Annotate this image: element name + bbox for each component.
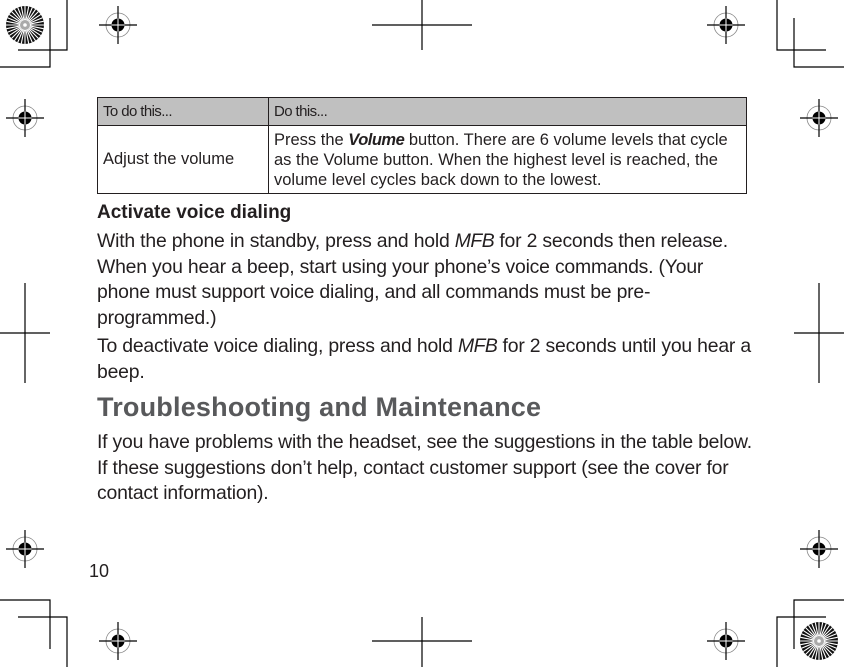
- voice-dialing-paragraph: With the phone in standby, press and hol…: [97, 229, 757, 331]
- registration-mark-icon: [706, 5, 746, 45]
- registration-mark-icon: [5, 98, 45, 138]
- instructions-table: To do this... Do this... Adjust the volu…: [97, 97, 747, 194]
- column-header-action: To do this...: [97, 97, 269, 126]
- deactivate-voice-dialing-paragraph: To deactivate voice dialing, press and h…: [97, 334, 757, 385]
- troubleshooting-paragraph: If you have problems with the headset, s…: [97, 431, 752, 504]
- registration-mark-icon: [98, 621, 138, 661]
- troubleshooting-heading: Troubleshooting and Maintenance: [97, 392, 542, 422]
- registration-mark-icon: [799, 98, 839, 138]
- registration-mark-icon: [5, 529, 45, 569]
- registration-mark-icon: [706, 621, 746, 661]
- registration-mark-icon: [98, 5, 138, 45]
- paragraph-text: To deactivate voice dialing, press and h…: [97, 335, 458, 357]
- star-target-icon: [5, 5, 45, 45]
- column-header-instruction: Do this...: [268, 97, 747, 126]
- volume-button-term: Volume: [348, 130, 405, 149]
- registration-mark-icon: [799, 529, 839, 569]
- mfb-term: MFB: [454, 230, 495, 252]
- star-target-icon: [799, 621, 839, 661]
- table-cell-action: Adjust the volume: [97, 125, 269, 194]
- voice-dialing-heading: Activate voice dialing: [97, 202, 292, 223]
- table-header-row: To do this... Do this...: [97, 97, 747, 126]
- table-row: Adjust the volume Press the Volume butto…: [97, 125, 747, 194]
- mfb-term: MFB: [457, 335, 498, 357]
- table-cell-instruction: Press the Volume button. There are 6 vol…: [268, 125, 747, 194]
- page-number: 10: [89, 561, 110, 581]
- paragraph-text: With the phone in standby, press and hol…: [97, 230, 455, 252]
- instruction-text: Press the: [274, 130, 349, 149]
